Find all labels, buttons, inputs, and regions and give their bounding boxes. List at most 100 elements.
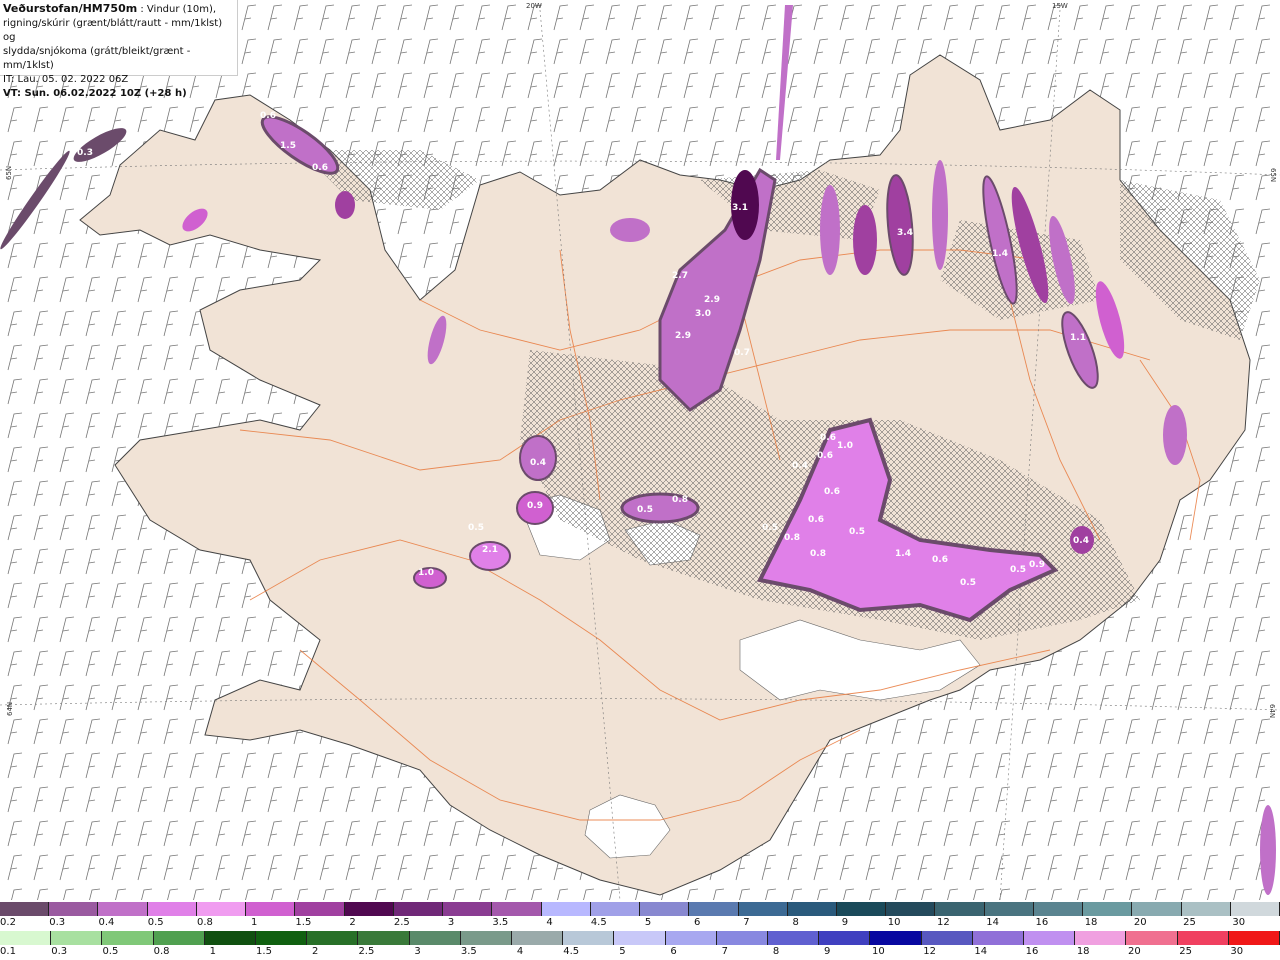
snow-label: 20 [1133,917,1147,928]
header-line-1: : Vindur (10m), [137,4,217,15]
snow-label: 6 [694,917,701,928]
rain-swatch [153,931,205,945]
precip-value-label: 1.4 [992,249,1008,259]
rain-swatch [614,931,666,945]
rain-label: 4.5 [563,946,580,957]
snow-swatch [147,902,197,916]
map-header: Veðurstofan/HM750m : Vindur (10m), rigni… [0,0,238,99]
rain-label: 10 [872,946,885,957]
precip-value-label: 0.6 [817,451,833,461]
snow-label: 0.3 [49,917,66,928]
rain-swatch [1126,931,1178,945]
precip-value-label: 0.6 [824,487,840,497]
snow-swatch [0,902,50,916]
precip-value-label: 1.1 [1070,333,1086,343]
snow-swatch [295,902,345,916]
precip-value-label: 1.0 [837,441,853,451]
precip-value-label: 0.6 [932,555,948,565]
rain-label: 16 [1025,946,1039,957]
snow-label: 3.5 [492,917,509,928]
rain-swatch [870,931,922,945]
snow-label: 4.5 [590,917,607,928]
rain-label: 30 [1230,946,1244,957]
snow-swatch [1132,902,1182,916]
snow-label: 2.5 [393,917,410,928]
rain-swatch [460,931,513,945]
rain-label: 0.3 [51,946,68,957]
rain-label: 5 [619,946,626,957]
snow-legend: 0.2 0.3 0.4 0.5 0.8 1 1.5 2 2.5 3 3.5 4 4.5 5 6 7 8 9 10 12… [0,902,1280,931]
snow-swatch [49,902,99,916]
snow-label: 5 [644,917,652,928]
precip-value-label: 0.5 [762,523,778,533]
rain-label: 0.1 [0,946,16,957]
rain-label: 18 [1076,946,1090,957]
rain-color-bar [0,931,1280,945]
snow-label: 2 [349,917,356,928]
lon-label-20w: 20W [526,2,542,10]
precip-value-label: 2.1 [482,545,498,555]
rain-swatch [0,931,52,945]
precip-value-label: 0.8 [784,533,800,543]
precip-value-label: 3.4 [897,228,913,238]
issue-time: IT: Lau. 05. 02. 2022 06Z [3,74,129,85]
precip-value-label: 0.9 [1029,560,1045,570]
precip-value-label: 0.8 [810,549,826,559]
rain-swatch [102,931,154,945]
snow-label: 8 [792,917,799,928]
valid-time: VT: Sun. 06.02.2022 10Z (+28 h) [3,88,187,99]
precip-value-label: 0.4 [530,458,546,468]
rain-label: 6 [670,946,677,957]
snow-swatch [1230,902,1280,916]
rain-label: 4 [516,946,524,957]
precip-value-label: 3.1 [732,203,748,213]
snow-swatch [689,902,739,916]
rain-swatch [665,931,717,945]
rain-label: 14 [974,946,988,957]
rain-label: 25 [1179,946,1192,957]
snow-label: 7 [743,917,750,928]
snow-swatch [787,902,837,916]
snow-label: 10 [887,917,901,928]
precip-value-label: 0.9 [527,501,543,511]
rain-label: 1 [209,946,216,957]
rain-swatch [409,931,461,945]
precip-value-label: 0.4 [792,461,808,471]
snow-label: 1 [250,917,258,928]
rain-swatch [307,931,359,945]
snow-swatch [984,902,1034,916]
rain-swatch [716,931,769,945]
precip-value-label: 0.5 [960,578,976,588]
rain-swatch [972,931,1025,945]
rain-swatch [921,931,973,945]
precip-value-label: 0.7 [734,348,750,358]
precip-value-label: 2.7 [672,271,688,281]
precip-value-label: 0.3 [77,148,93,158]
snow-label: 18 [1084,917,1098,928]
snow-swatch [541,902,591,916]
header-line-2: rigning/skúrir (grænt/blátt/rautt - mm/1… [3,18,223,43]
precip-value-label: 0.5 [468,523,484,533]
rain-label: 0.5 [102,946,119,957]
snow-swatch [344,902,394,916]
rain-swatch [563,931,615,945]
precip-value-label: 0.8 [672,495,688,505]
rain-label: 2 [312,946,319,957]
lat-label-left-64n: 64N [6,702,14,716]
rain-swatch [1024,931,1076,945]
snow-swatch [836,902,887,916]
precip-value-label: 3.0 [695,309,711,319]
rain-label: 2.5 [358,946,375,957]
rain-swatch [1177,931,1229,945]
rain-scale-labels: 0.1 0.3 0.5 0.8 1 1.5 2 2.5 3 3.5 4 4.5 5 6 7 8 9 10 12 14 1… [0,945,1280,960]
snow-swatch [492,902,542,916]
precip-value-label: 1.0 [418,568,434,578]
precip-value-label: 2.9 [704,295,720,305]
rain-label: 1.5 [256,946,272,957]
rain-swatch [204,931,257,945]
snow-swatch [935,902,985,916]
rain-legend: 0.1 0.3 0.5 0.8 1 1.5 2 2.5 3 3.5 4 4.5 5 6 7 8 9 10 12 14 1… [0,931,1280,960]
model-title: Veðurstofan/HM750m [3,2,138,15]
lat-label-right-65n: 65N [1269,168,1277,182]
rain-label: 0.8 [153,946,170,957]
